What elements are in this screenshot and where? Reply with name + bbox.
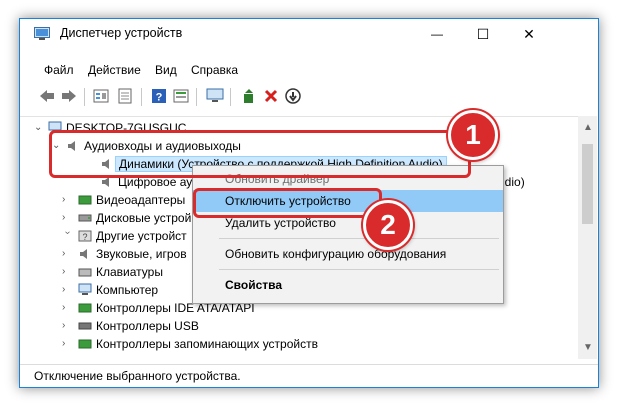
expand-arrow-icon[interactable]: › <box>62 194 72 206</box>
vertical-scrollbar[interactable]: ▲ ▼ <box>578 116 597 359</box>
annotation-highlight-disable <box>193 188 382 218</box>
usb-icon <box>78 322 92 330</box>
tree-item-label: Контроллеры USB <box>96 319 199 333</box>
context-menu: Обновить драйвер Отключить устройство Уд… <box>192 165 504 304</box>
monitor-icon <box>206 88 224 102</box>
window-title: Диспетчер устройств <box>60 26 183 40</box>
properties-view-button[interactable] <box>92 87 110 105</box>
forward-icon <box>62 90 76 102</box>
menu-separator <box>219 269 499 270</box>
display-adapter-icon <box>78 195 92 205</box>
help-button[interactable]: ? <box>150 87 168 105</box>
minimize-icon: — <box>431 27 443 41</box>
disable-button[interactable] <box>284 87 302 105</box>
tree-item-label: Компьютер <box>96 283 159 297</box>
close-icon: ✕ <box>523 25 535 42</box>
expand-arrow-icon[interactable]: › <box>62 248 72 260</box>
device-manager-icon <box>34 27 50 40</box>
tree-item-usb[interactable]: › Контроллеры USB <box>20 317 578 335</box>
menu-item-label: Обновить конфигурацию оборудования <box>225 247 447 261</box>
menu-bar: Файл Действие Вид Справка <box>20 60 598 80</box>
menu-item-label: Свойства <box>225 278 283 292</box>
menu-file[interactable]: Файл <box>44 63 74 77</box>
annotation-highlight-audio <box>49 130 471 178</box>
menu-item-scan-hardware[interactable]: Обновить конфигурацию оборудования <box>193 243 503 265</box>
help-icon: ? <box>152 89 166 104</box>
properties-view-icon <box>93 89 109 103</box>
scroll-down-icon[interactable]: ▼ <box>583 342 593 353</box>
sound-icon <box>80 249 87 259</box>
forward-button[interactable] <box>60 87 78 105</box>
menu-separator <box>219 238 499 239</box>
controller-icon <box>78 303 92 313</box>
keyboard-icon <box>78 268 92 277</box>
svg-text:?: ? <box>156 92 163 104</box>
expand-arrow-icon[interactable]: › <box>62 338 72 350</box>
tree-item-label: Звуковые, игров <box>96 247 187 261</box>
maximize-icon: ☐ <box>476 25 490 42</box>
tree-item-label: Клавиатуры <box>96 265 163 279</box>
toolbar-separator <box>230 88 231 106</box>
menu-action[interactable]: Действие <box>88 63 141 77</box>
scroll-up-icon[interactable]: ▲ <box>583 122 593 133</box>
menu-view[interactable]: Вид <box>155 63 177 77</box>
collapse-arrow-icon[interactable]: ⌄ <box>34 122 44 134</box>
properties-button[interactable] <box>116 87 134 105</box>
uninstall-icon <box>264 89 278 103</box>
annotation-badge-2: 2 <box>363 200 413 250</box>
minimize-button[interactable]: — <box>414 19 460 49</box>
maximize-button[interactable]: ☐ <box>460 19 506 49</box>
annotation-badge-1: 1 <box>448 110 498 160</box>
toolbar-separator <box>196 88 197 106</box>
menu-item-properties[interactable]: Свойства <box>193 274 503 296</box>
toolbar-separator <box>141 88 142 106</box>
menu-item-label: Удалить устройство <box>225 216 336 230</box>
tree-item-storage[interactable]: › Контроллеры запоминающих устройств <box>20 335 578 353</box>
status-text: Отключение выбранного устройства. <box>34 369 241 383</box>
close-button[interactable]: ✕ <box>506 19 552 49</box>
expand-arrow-icon[interactable]: › <box>62 212 72 224</box>
scrollbar-thumb[interactable] <box>582 144 593 224</box>
tree-item-label: Дисковые устрой <box>96 211 192 225</box>
back-icon <box>40 90 54 102</box>
update-driver-icon <box>244 89 253 103</box>
properties-icon <box>118 88 132 104</box>
details-button[interactable] <box>172 87 190 105</box>
toolbar-separator <box>84 88 85 106</box>
expand-arrow-icon[interactable]: › <box>62 284 72 296</box>
title-bar[interactable]: Диспетчер устройств — ☐ ✕ <box>20 19 598 49</box>
scan-monitor-button[interactable] <box>206 87 224 105</box>
status-bar: Отключение выбранного устройства. <box>20 364 598 387</box>
unknown-device-icon: ? <box>78 230 92 242</box>
disable-icon <box>285 88 301 104</box>
uninstall-button[interactable] <box>262 87 280 105</box>
menu-help[interactable]: Справка <box>191 63 238 77</box>
computer-icon <box>78 283 92 295</box>
svg-text:?: ? <box>82 232 87 242</box>
collapse-arrow-icon[interactable]: › <box>61 231 73 241</box>
tree-item-label: Другие устройст <box>96 229 187 243</box>
expand-arrow-icon[interactable]: › <box>62 266 72 278</box>
details-icon <box>173 89 189 103</box>
back-button[interactable] <box>38 87 56 105</box>
expand-arrow-icon[interactable]: › <box>62 302 72 314</box>
expand-arrow-icon[interactable]: › <box>62 320 72 332</box>
update-driver-button[interactable] <box>240 87 258 105</box>
tree-item-label: Контроллеры запоминающих устройств <box>96 337 318 351</box>
tree-item-label: Видеоадаптеры <box>96 193 186 207</box>
disk-drive-icon <box>78 214 92 222</box>
toolbar: ? <box>20 85 598 109</box>
storage-controller-icon <box>78 339 92 349</box>
